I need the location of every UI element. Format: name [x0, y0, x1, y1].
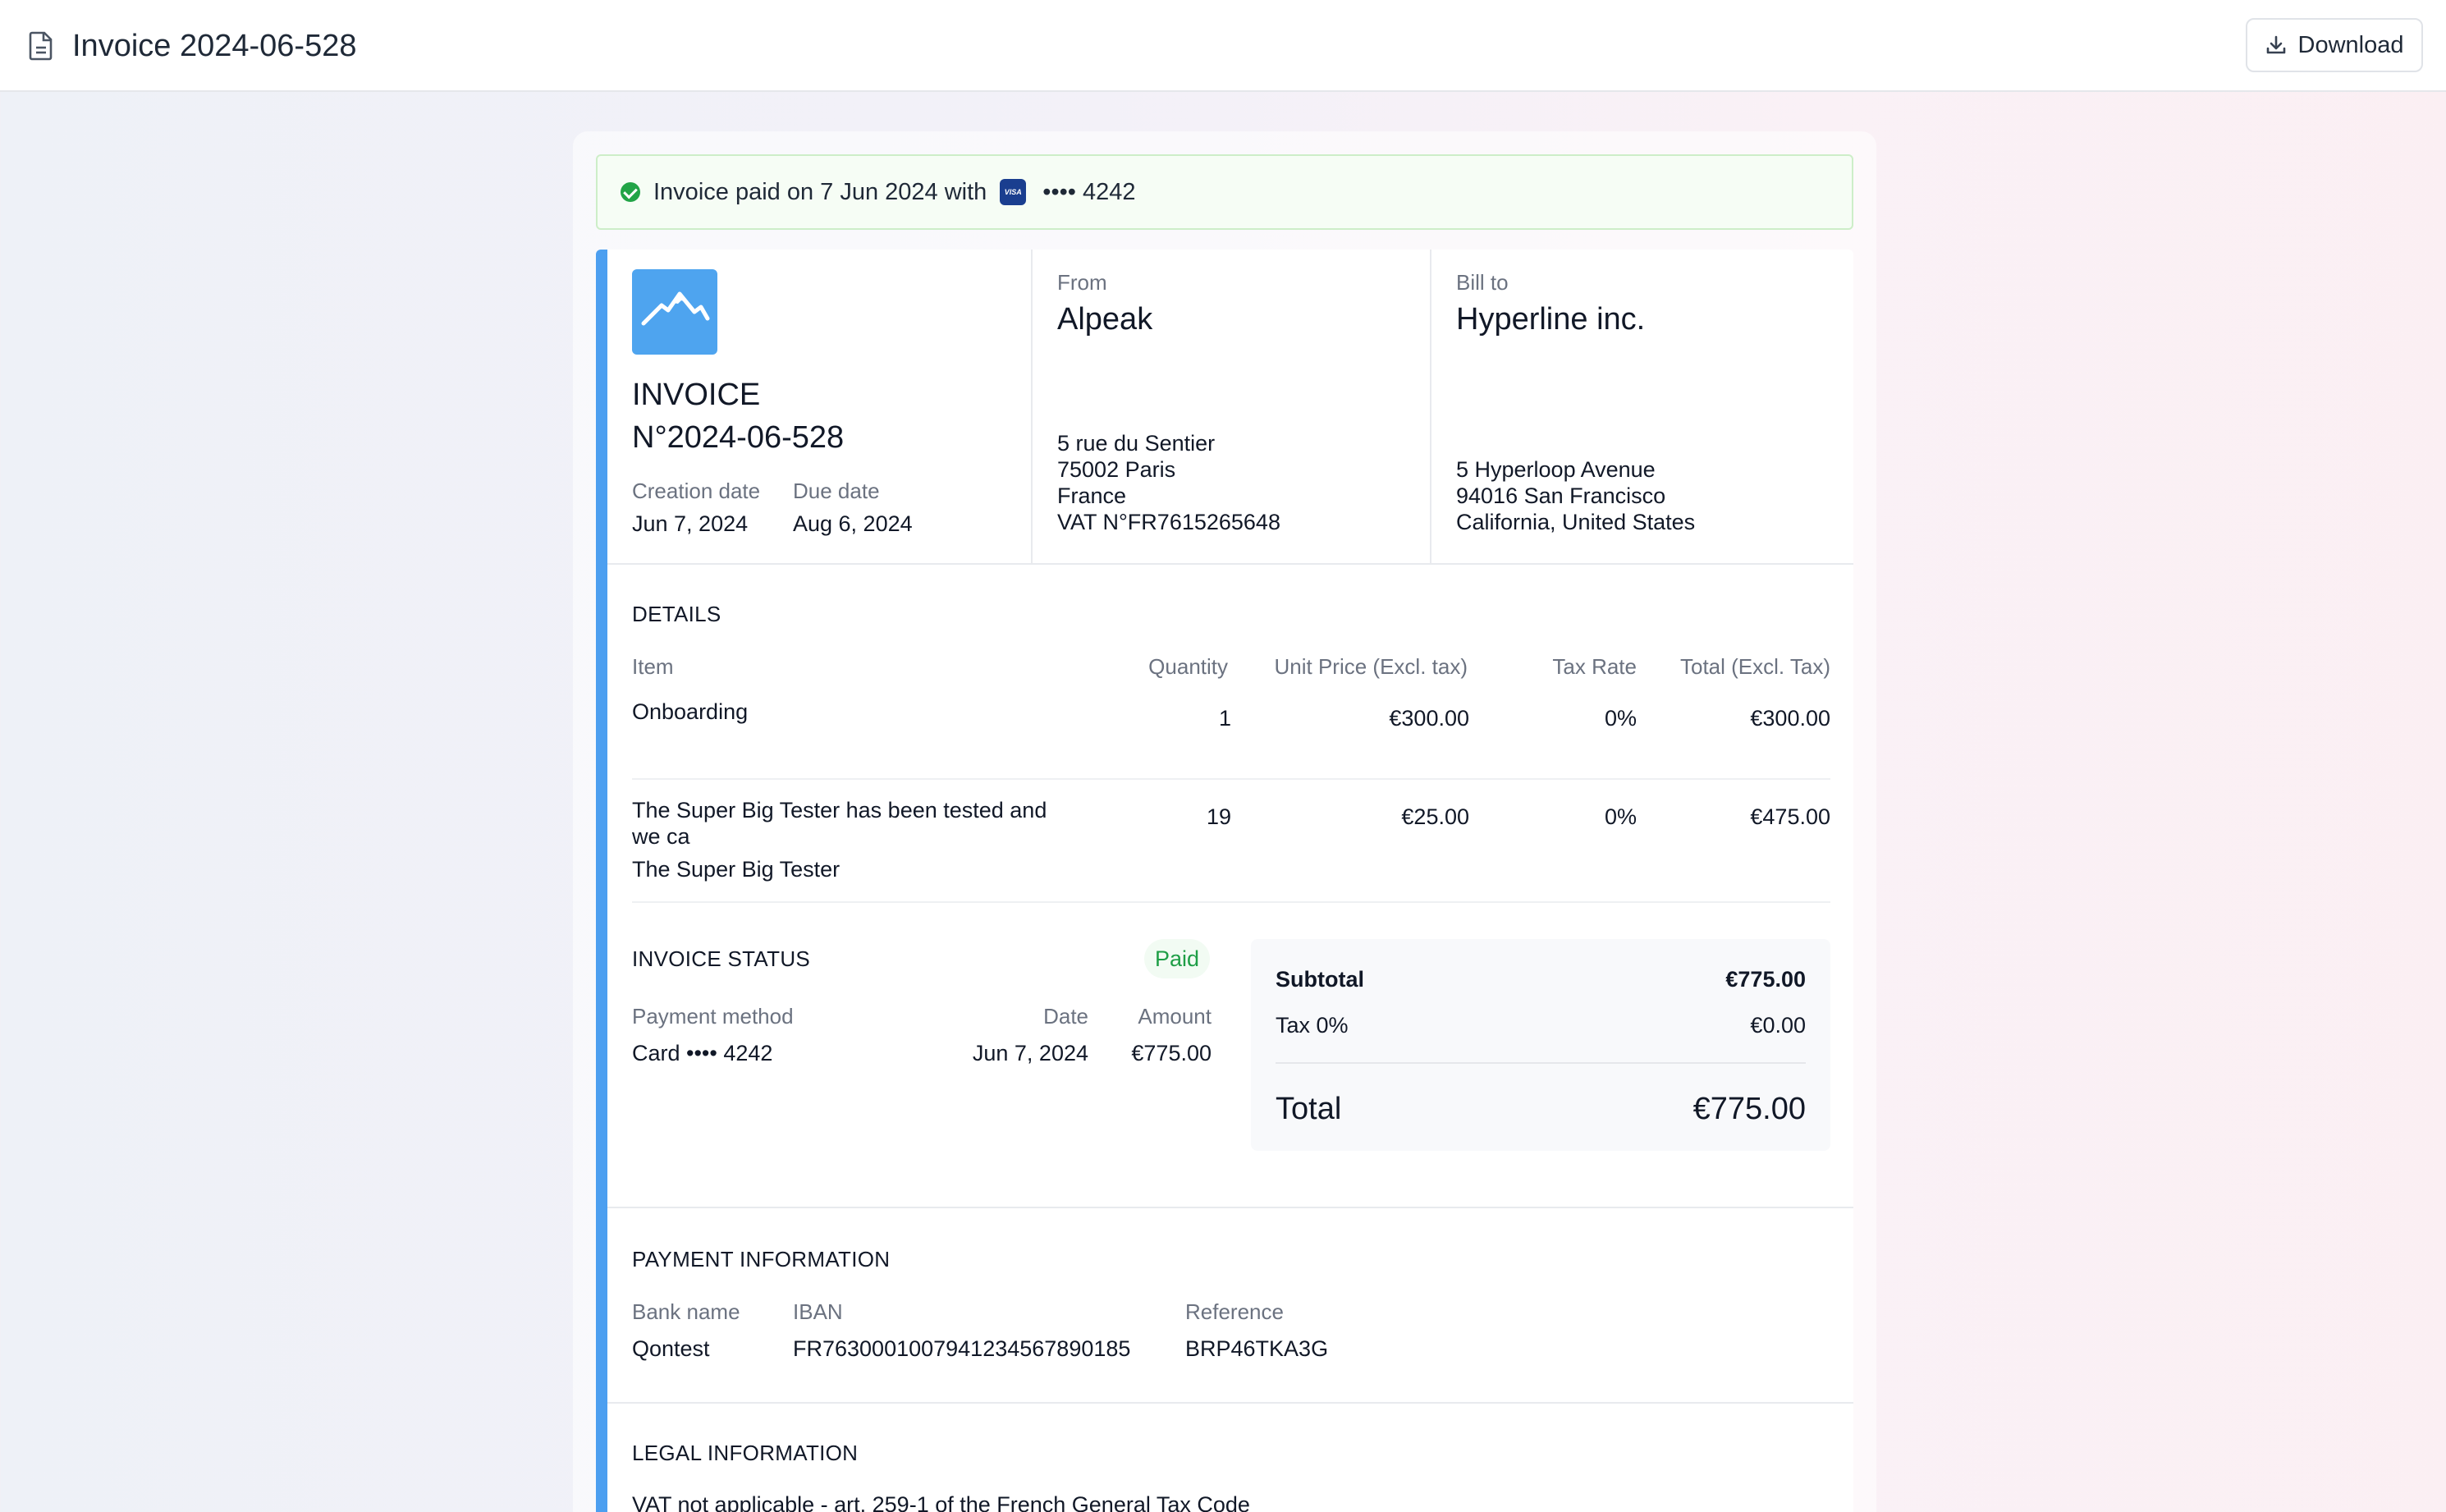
section-divider — [607, 1207, 1853, 1208]
status-badge: Paid — [1144, 939, 1210, 978]
from-address-line: 5 rue du Sentier — [1057, 431, 1216, 456]
line-item-tax-rate: 0% — [1604, 706, 1637, 731]
header-divider — [1430, 250, 1431, 563]
reference-label: Reference — [1185, 1299, 1284, 1324]
payment-amount-value: €775.00 — [1131, 1041, 1212, 1065]
paid-banner: Invoice paid on 7 Jun 2024 with VISA •••… — [596, 154, 1853, 230]
from-name: Alpeak — [1057, 302, 1153, 337]
iban-label: IBAN — [793, 1299, 843, 1324]
from-vat-number: VAT N°FR7615265648 — [1057, 510, 1280, 534]
from-label: From — [1057, 270, 1107, 295]
bill-to-address-line: California, United States — [1456, 510, 1696, 534]
total-label: Total — [1276, 1092, 1342, 1126]
download-label: Download — [2297, 31, 2404, 58]
payment-information-title: PAYMENT INFORMATION — [632, 1247, 891, 1271]
line-item-name: The Super Big Tester has been tested and — [632, 798, 1047, 822]
bill-to-name: Hyperline inc. — [1456, 302, 1646, 337]
creation-date-label: Creation date — [632, 479, 761, 503]
row-divider — [632, 778, 1830, 780]
check-circle-icon — [621, 182, 640, 202]
download-button[interactable]: Download — [2246, 18, 2423, 72]
mountain-logo — [632, 269, 717, 355]
invoice-status-title: INVOICE STATUS — [632, 946, 811, 971]
legal-text: VAT not applicable - art. 259-1 of the F… — [632, 1492, 1250, 1512]
invoice-number: N°2024-06-528 — [632, 420, 845, 455]
column-header-unit-price: Unit Price (Excl. tax) — [1274, 654, 1468, 679]
subtotal-value: €775.00 — [1725, 967, 1806, 992]
from-address-line: 75002 Paris — [1057, 457, 1176, 482]
header-divider — [1031, 250, 1033, 563]
line-item-quantity: 19 — [1206, 804, 1231, 829]
visa-card-icon: VISA — [1000, 179, 1027, 205]
page-title: Invoice 2024-06-528 — [72, 29, 357, 63]
tax-label: Tax 0% — [1276, 1013, 1349, 1038]
creation-date-value: Jun 7, 2024 — [632, 511, 749, 536]
line-item-unit-price: €300.00 — [1389, 706, 1469, 731]
accent-bar — [596, 250, 607, 1512]
document-icon — [29, 31, 53, 61]
paid-card-masked: •••• 4242 — [1042, 178, 1136, 205]
column-header-quantity: Quantity — [1148, 654, 1228, 679]
column-header-total: Total (Excl. Tax) — [1679, 654, 1830, 679]
line-item-name: Onboarding — [632, 699, 749, 724]
payment-method-header: Payment method — [632, 1004, 794, 1029]
iban-value: FR7630001007941234567890185 — [793, 1336, 1131, 1361]
line-item-name-continued: we ca — [632, 824, 690, 849]
payment-method-value: Card •••• 4242 — [632, 1041, 773, 1065]
line-item-unit-price: €25.00 — [1401, 804, 1469, 829]
payment-amount-header: Amount — [1138, 1004, 1212, 1029]
line-item-total: €300.00 — [1750, 706, 1830, 731]
tax-value: €0.00 — [1750, 1013, 1806, 1038]
subtotal-label: Subtotal — [1276, 967, 1364, 992]
details-title: DETAILS — [632, 602, 721, 626]
line-item-subtitle: The Super Big Tester — [632, 857, 841, 882]
due-date-label: Due date — [793, 479, 880, 503]
bank-name-value: Qontest — [632, 1336, 710, 1361]
line-item-tax-rate: 0% — [1604, 804, 1637, 829]
payment-date-value: Jun 7, 2024 — [972, 1041, 1088, 1065]
payment-date-header: Date — [1043, 1004, 1088, 1029]
from-address-line: France — [1057, 483, 1127, 508]
invoice-document: INVOICE N°2024-06-528 Creation date Jun … — [596, 250, 1853, 1512]
download-icon — [2266, 35, 2285, 54]
header-bottom-divider — [607, 563, 1853, 565]
due-date-value: Aug 6, 2024 — [793, 511, 913, 536]
reference-value: BRP46TKA3G — [1185, 1336, 1329, 1361]
column-header-tax-rate: Tax Rate — [1552, 654, 1637, 679]
section-divider — [607, 1402, 1853, 1404]
invoice-title: INVOICE — [632, 378, 761, 412]
totals-divider — [1276, 1062, 1806, 1064]
bill-to-label: Bill to — [1456, 270, 1509, 295]
legal-information-title: LEGAL INFORMATION — [632, 1441, 859, 1465]
bank-name-label: Bank name — [632, 1299, 740, 1324]
column-header-item: Item — [632, 654, 674, 679]
row-divider — [632, 901, 1830, 903]
total-value: €775.00 — [1693, 1092, 1806, 1126]
top-bar: Invoice 2024-06-528 Download — [0, 0, 2446, 92]
paid-banner-text: Invoice paid on 7 Jun 2024 with — [653, 178, 987, 205]
line-item-quantity: 1 — [1218, 706, 1231, 731]
bill-to-address-line: 5 Hyperloop Avenue — [1456, 457, 1656, 482]
line-item-total: €475.00 — [1750, 804, 1830, 829]
bill-to-address-line: 94016 San Francisco — [1456, 483, 1666, 508]
